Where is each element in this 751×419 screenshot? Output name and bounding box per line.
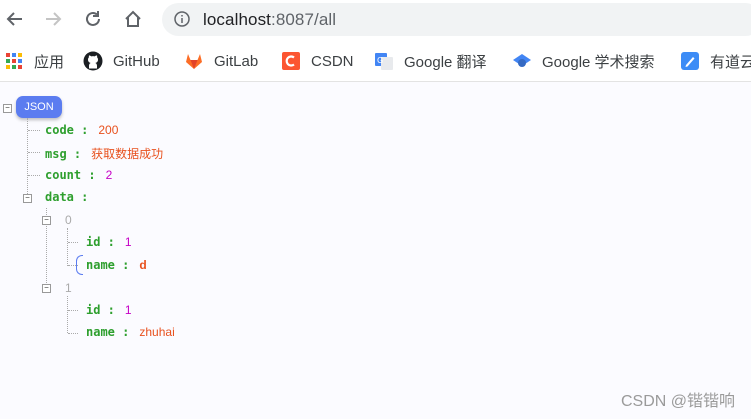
json-key: msg : — [45, 147, 82, 161]
gitlab-icon — [184, 51, 204, 71]
bookmark-label: Google 翻译 — [404, 53, 487, 71]
json-row-item1-id[interactable]: id : 1 — [86, 303, 132, 317]
reload-button[interactable] — [80, 6, 106, 32]
collapse-item0-toggle[interactable]: − — [42, 216, 51, 225]
svg-text:G: G — [377, 56, 383, 65]
json-row-code[interactable]: code : 200 — [45, 123, 118, 137]
json-value: zhuhai — [139, 325, 175, 339]
json-row-item1[interactable]: 1 — [65, 281, 72, 295]
back-arrow-icon — [6, 12, 22, 26]
url-path: :8087/all — [271, 10, 337, 29]
google-translate-icon: G — [374, 51, 394, 71]
tree-guide — [67, 228, 68, 266]
json-value: 1 — [124, 303, 132, 317]
json-row-item0[interactable]: 0 — [65, 213, 72, 227]
json-row-count[interactable]: count : 2 — [45, 168, 112, 182]
tree-branch — [28, 152, 40, 153]
json-key: name : — [86, 325, 130, 339]
tree-branch — [28, 130, 40, 131]
bookmark-label: Google 学术搜索 — [542, 53, 655, 71]
json-value: 1 — [124, 235, 132, 249]
url-text[interactable]: localhost:8087/all — [203, 10, 336, 30]
json-root-badge[interactable]: JSON — [16, 96, 62, 118]
array-index: 1 — [65, 281, 72, 295]
bookmark-youdao[interactable]: 有道云 — [680, 50, 751, 72]
back-button[interactable] — [2, 6, 28, 32]
collapse-data-toggle[interactable]: − — [23, 194, 32, 203]
bookmark-label: 应用 — [34, 53, 65, 71]
address-bar[interactable]: localhost:8087/all — [162, 3, 751, 36]
bookmark-label: CSDN — [311, 52, 354, 70]
forward-button[interactable] — [40, 6, 66, 32]
bookmarks-bar: 应用 GitHub GitLab CSDN G Google 翻译 Google… — [0, 44, 751, 77]
json-key: id : — [86, 235, 115, 249]
collapse-item1-toggle[interactable]: − — [42, 284, 51, 293]
bookmark-google-scholar[interactable]: Google 学术搜索 — [512, 50, 655, 72]
bookmark-label: 有道云 — [710, 53, 751, 71]
bookmark-label: GitHub — [113, 52, 160, 70]
json-row-item1-name[interactable]: name : zhuhai — [86, 325, 175, 339]
tree-branch — [28, 175, 40, 176]
apps-grid-icon — [4, 51, 24, 71]
github-icon — [83, 51, 103, 71]
json-key: code : — [45, 123, 89, 137]
csdn-icon — [281, 51, 301, 71]
json-key: data : — [45, 190, 89, 204]
google-scholar-icon — [512, 51, 532, 71]
json-viewer: − JSON code : 200 msg : 获取数据成功 count : 2… — [0, 82, 751, 419]
json-key: count : — [45, 168, 96, 182]
watermark: CSDN @锴锴响 — [620, 393, 735, 410]
json-value: 2 — [105, 168, 113, 182]
bookmark-github[interactable]: GitHub — [83, 50, 160, 72]
json-row-msg[interactable]: msg : 获取数据成功 — [45, 145, 163, 162]
tree-branch — [68, 333, 78, 334]
tree-branch — [68, 310, 78, 311]
json-row-data[interactable]: data : — [45, 190, 88, 204]
home-button[interactable] — [120, 6, 146, 32]
collapse-root-toggle[interactable]: − — [3, 104, 12, 113]
browser-chrome: localhost:8087/all 应用 GitHub GitLab CSDN… — [0, 0, 751, 82]
info-icon[interactable] — [174, 11, 190, 27]
json-row-item0-id[interactable]: id : 1 — [86, 235, 132, 249]
youdao-icon — [680, 51, 700, 71]
bookmark-gitlab[interactable]: GitLab — [184, 50, 258, 72]
tree-guide — [67, 296, 68, 333]
home-icon — [125, 10, 141, 27]
json-row-item0-name[interactable]: name : d — [86, 258, 147, 272]
bookmark-label: GitLab — [214, 52, 259, 70]
json-key: name : — [86, 258, 130, 272]
json-value: 200 — [98, 123, 119, 137]
json-value: d — [139, 258, 147, 272]
json-key: id : — [86, 303, 115, 317]
reload-icon — [86, 11, 100, 26]
url-host: localhost — [203, 10, 271, 29]
forward-arrow-icon — [46, 12, 62, 26]
json-value: 获取数据成功 — [91, 147, 164, 161]
array-index: 0 — [65, 213, 72, 227]
bookmark-apps[interactable]: 应用 — [4, 50, 64, 72]
bookmark-csdn[interactable]: CSDN — [281, 50, 354, 72]
tree-branch — [68, 242, 78, 243]
bookmark-google-translate[interactable]: G Google 翻译 — [374, 50, 487, 72]
hover-highlight — [76, 255, 83, 275]
